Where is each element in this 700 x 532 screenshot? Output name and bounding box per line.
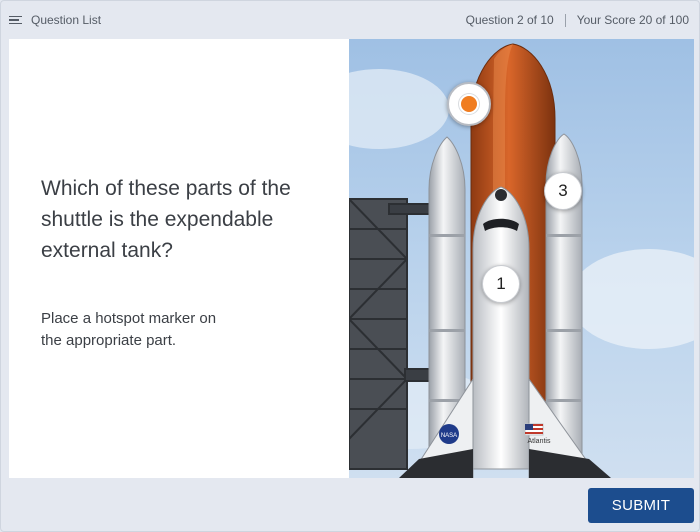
hotspot-image-area[interactable]: NASA Atlantis 1 3 xyxy=(349,39,694,478)
hotspot-dot-icon xyxy=(459,94,479,114)
hotspot-marker-label: 1 xyxy=(496,274,506,293)
score-display: Your Score 20 of 100 xyxy=(576,13,689,27)
hotspot-marker-active[interactable] xyxy=(447,82,491,126)
submit-button[interactable]: SUBMIT xyxy=(588,488,694,523)
question-list-label: Question List xyxy=(31,13,102,27)
hotspot-marker-3[interactable]: 3 xyxy=(544,172,582,210)
hotspot-marker-1[interactable]: 1 xyxy=(482,265,520,303)
meta-divider xyxy=(564,13,566,27)
question-list-button[interactable]: Question List xyxy=(9,13,101,27)
quiz-window: Question List Question 2 of 10 Your Scor… xyxy=(0,0,700,532)
shuttle-image: NASA Atlantis xyxy=(349,39,694,478)
footer-bar: SUBMIT xyxy=(1,478,700,532)
list-icon xyxy=(9,15,22,25)
question-prompt: Which of these parts of the shuttle is t… xyxy=(41,177,291,262)
quiz-meta: Question 2 of 10 Your Score 20 of 100 xyxy=(466,13,689,27)
hotspot-marker-label: 3 xyxy=(558,181,568,200)
question-text-column: Which of these parts of the shuttle is t… xyxy=(41,173,341,352)
top-bar: Question List Question 2 of 10 Your Scor… xyxy=(1,1,700,39)
orbiter-name-text: Atlantis xyxy=(528,438,551,445)
question-instruction: Place a hotspot marker on the appropriat… xyxy=(41,310,217,349)
question-counter: Question 2 of 10 xyxy=(465,13,554,27)
nasa-logo-text: NASA xyxy=(441,433,457,439)
question-card: Which of these parts of the shuttle is t… xyxy=(9,39,694,478)
